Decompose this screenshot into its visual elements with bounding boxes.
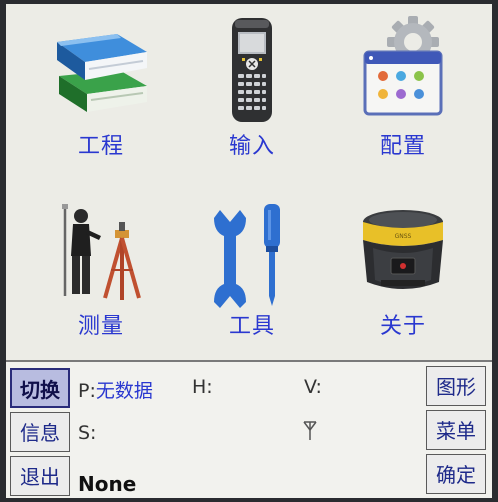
menu-item-label: 测量: [77, 314, 124, 339]
menu-item-input[interactable]: 输入: [177, 10, 327, 180]
menu-item-about[interactable]: GNSS 关于: [328, 196, 478, 366]
menu-item-label: 输入: [228, 134, 275, 159]
gnss-receiver-icon: GNSS: [363, 210, 443, 289]
point-readout: P:无数据: [78, 376, 153, 403]
menu-item-label: 关于: [379, 314, 426, 339]
exit-button[interactable]: 退出: [10, 456, 70, 496]
menu-item-project[interactable]: 工程: [26, 10, 176, 180]
menu-item-label: 工具: [228, 314, 275, 339]
wrench-screwdriver-icon: [214, 204, 280, 308]
menu-button[interactable]: 菜单: [426, 410, 486, 450]
handheld-controller-icon: [232, 18, 272, 122]
p-value: 无数据: [95, 380, 153, 402]
svg-text:GNSS: GNSS: [395, 233, 412, 240]
s-label: S:: [78, 422, 97, 444]
menu-item-label: 工程: [77, 134, 124, 159]
menu-item-label: 配置: [379, 134, 426, 159]
v-label: V:: [304, 376, 322, 398]
h-label: H:: [192, 376, 213, 398]
settings-window-gear-icon: [363, 16, 443, 116]
switch-button[interactable]: 切换: [10, 368, 70, 408]
ok-button[interactable]: 确定: [426, 454, 486, 494]
antenna-icon: [303, 421, 317, 440]
p-label: P:: [78, 380, 96, 402]
main-menu-grid: 工程 输入 配置 测量 工具 GNSS 关于: [6, 4, 492, 360]
menu-item-survey[interactable]: 测量: [26, 196, 176, 366]
menu-item-tools[interactable]: 工具: [177, 196, 327, 366]
books-icon: [57, 34, 147, 112]
status-panel: 切换 信息 退出 图形 菜单 确定 P:无数据 H: V: S: None: [6, 360, 492, 498]
menu-item-config[interactable]: 配置: [328, 10, 478, 180]
main-screen: 工程 输入 配置 测量 工具 GNSS 关于 切换 信息 退出 图形 菜单 确定…: [6, 4, 492, 498]
info-button[interactable]: 信息: [10, 412, 70, 452]
source-value: None: [78, 472, 137, 496]
surveyor-tripod-icon: [62, 204, 141, 300]
graph-button[interactable]: 图形: [426, 366, 486, 406]
